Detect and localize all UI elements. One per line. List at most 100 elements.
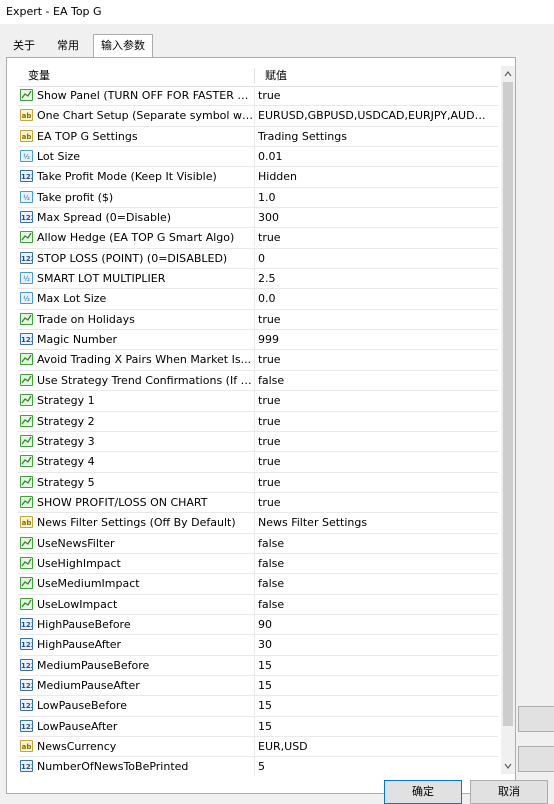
boolean-icon [20,394,33,407]
param-value[interactable]: true [258,432,490,451]
table-row[interactable]: Strategy 5 true [18,472,498,493]
column-divider [254,106,255,126]
table-row[interactable]: ab News Filter Settings (Off By Default) N… [18,513,498,534]
param-value[interactable]: 5 [258,757,490,776]
tab-about[interactable]: 关于 [8,35,40,56]
param-value[interactable]: News Filter Settings [258,513,490,532]
table-row[interactable]: 123 Max Spread (0=Disable) 300 [18,208,498,229]
table-row[interactable]: ½ Max Lot Size 0.0 [18,289,498,310]
param-value[interactable]: 90 [258,615,490,634]
column-divider [254,350,255,370]
param-value[interactable]: false [258,534,490,553]
tab-inputs[interactable]: 输入参数 [93,34,153,57]
param-value[interactable]: 0.01 [258,147,490,166]
param-value[interactable]: false [258,574,490,593]
table-row[interactable]: ab NewsCurrency EUR,USD [18,737,498,758]
table-body: Show Panel (TURN OFF FOR FASTER B... true… [18,86,498,776]
param-value[interactable]: false [258,554,490,573]
param-value[interactable]: 999 [258,330,490,349]
param-value[interactable]: true [258,310,490,329]
side-button-save[interactable] [518,746,554,772]
table-row[interactable]: 123 Take Profit Mode (Keep It Visible) Hid… [18,167,498,188]
param-value[interactable]: true [258,452,490,471]
param-value[interactable]: false [258,371,490,390]
table-row[interactable]: SHOW PROFIT/LOSS ON CHART true [18,492,498,514]
param-name: EA TOP G Settings [37,129,138,143]
header-variable[interactable]: 变量 [28,66,50,86]
side-button-load[interactable] [518,706,554,732]
table-row[interactable]: 123 HighPauseAfter 30 [18,635,498,656]
param-value[interactable]: 30 [258,635,490,654]
param-value[interactable]: 300 [258,208,490,227]
column-divider [254,147,255,167]
param-value[interactable]: 15 [258,696,490,715]
table-row[interactable]: ½ Take profit ($) 1.0 [18,187,498,209]
param-value[interactable]: 2.5 [258,269,490,288]
param-value[interactable]: Trading Settings [258,127,490,146]
param-value[interactable]: false [258,595,490,614]
param-value[interactable]: EURUSD,GBPUSD,USDCAD,EURJPY,AUDU... [258,106,490,125]
header-value[interactable]: 赋值 [265,66,287,86]
integer-icon: 123 [20,658,33,671]
table-row[interactable]: ½ SMART LOT MULTIPLIER 2.5 [18,269,498,290]
table-row[interactable]: 123 Magic Number 999 [18,330,498,351]
scroll-up-arrow-icon[interactable] [501,66,515,82]
param-value[interactable]: 15 [258,656,490,675]
column-divider [254,309,255,329]
column-divider [254,411,255,431]
table-row[interactable]: 123 HighPauseBefore 90 [18,614,498,636]
table-row[interactable]: Strategy 2 true [18,411,498,432]
table-row[interactable]: Trade on Holidays true [18,309,498,331]
scroll-down-arrow-icon[interactable] [501,758,515,774]
param-value[interactable]: Hidden [258,167,490,186]
param-value[interactable]: true [258,412,490,431]
table-row[interactable]: ab EA TOP G Settings Trading Settings [18,126,498,148]
table-row[interactable]: Show Panel (TURN OFF FOR FASTER B... true [18,86,498,107]
param-value[interactable]: 1.0 [258,188,490,207]
table-row[interactable]: 123 STOP LOSS (POINT) (0=DISABLED) 0 [18,248,498,270]
table-row[interactable]: UseNewsFilter false [18,533,498,554]
param-name: STOP LOSS (POINT) (0=DISABLED) [37,251,228,265]
table-row[interactable]: Avoid Trading X Pairs When Market Is... t… [18,350,498,371]
table-row[interactable]: 123 MediumPauseAfter 15 [18,675,498,697]
table-row[interactable]: UseHighImpact false [18,553,498,575]
table-row[interactable]: ab One Chart Setup (Separate symbol wit..… [18,106,498,127]
param-value[interactable]: 0 [258,249,490,268]
param-name: UseMediumImpact [37,577,140,591]
param-value[interactable]: true [258,493,490,512]
param-value[interactable]: 15 [258,717,490,736]
table-row[interactable]: 123 MediumPauseBefore 15 [18,655,498,676]
scrollbar-thumb[interactable] [503,82,513,726]
table-row[interactable]: UseMediumImpact false [18,574,498,595]
param-value[interactable]: true [258,391,490,410]
param-value[interactable]: true [258,473,490,492]
double-icon: ½ [20,190,33,203]
param-value[interactable]: true [258,86,490,105]
table-row[interactable]: 123 LowPauseAfter 15 [18,716,498,737]
cancel-button[interactable]: 取消 [470,780,548,804]
param-value[interactable]: EUR,USD [258,737,490,756]
param-name: HighPauseBefore [37,617,131,631]
param-value[interactable]: 0.0 [258,289,490,308]
ok-button[interactable]: 确定 [384,780,462,804]
table-row[interactable]: ½ Lot Size 0.01 [18,147,498,168]
table-row[interactable]: 123 LowPauseBefore 15 [18,696,498,717]
tab-common[interactable]: 常用 [50,35,86,56]
table-row[interactable]: UseLowImpact false [18,594,498,615]
column-divider [254,472,255,492]
double-icon: ½ [20,292,33,305]
table-row[interactable]: Strategy 1 true [18,391,498,412]
table-row[interactable]: Strategy 3 true [18,431,498,453]
table-row[interactable]: Use Strategy Trend Confirmations (If f..… [18,370,498,392]
header-divider[interactable] [254,68,255,84]
column-divider [254,289,255,309]
param-value[interactable]: true [258,350,490,369]
vertical-scrollbar[interactable] [501,66,515,774]
param-value[interactable]: 15 [258,676,490,695]
table-row[interactable]: Allow Hedge (EA TOP G Smart Algo) true [18,228,498,249]
boolean-icon [20,89,33,101]
table-row[interactable]: 123 NumberOfNewsToBePrinted 5 [18,757,498,776]
param-value[interactable]: true [258,228,490,247]
table-row[interactable]: Strategy 4 true [18,452,498,473]
integer-icon: 123 [20,170,33,183]
